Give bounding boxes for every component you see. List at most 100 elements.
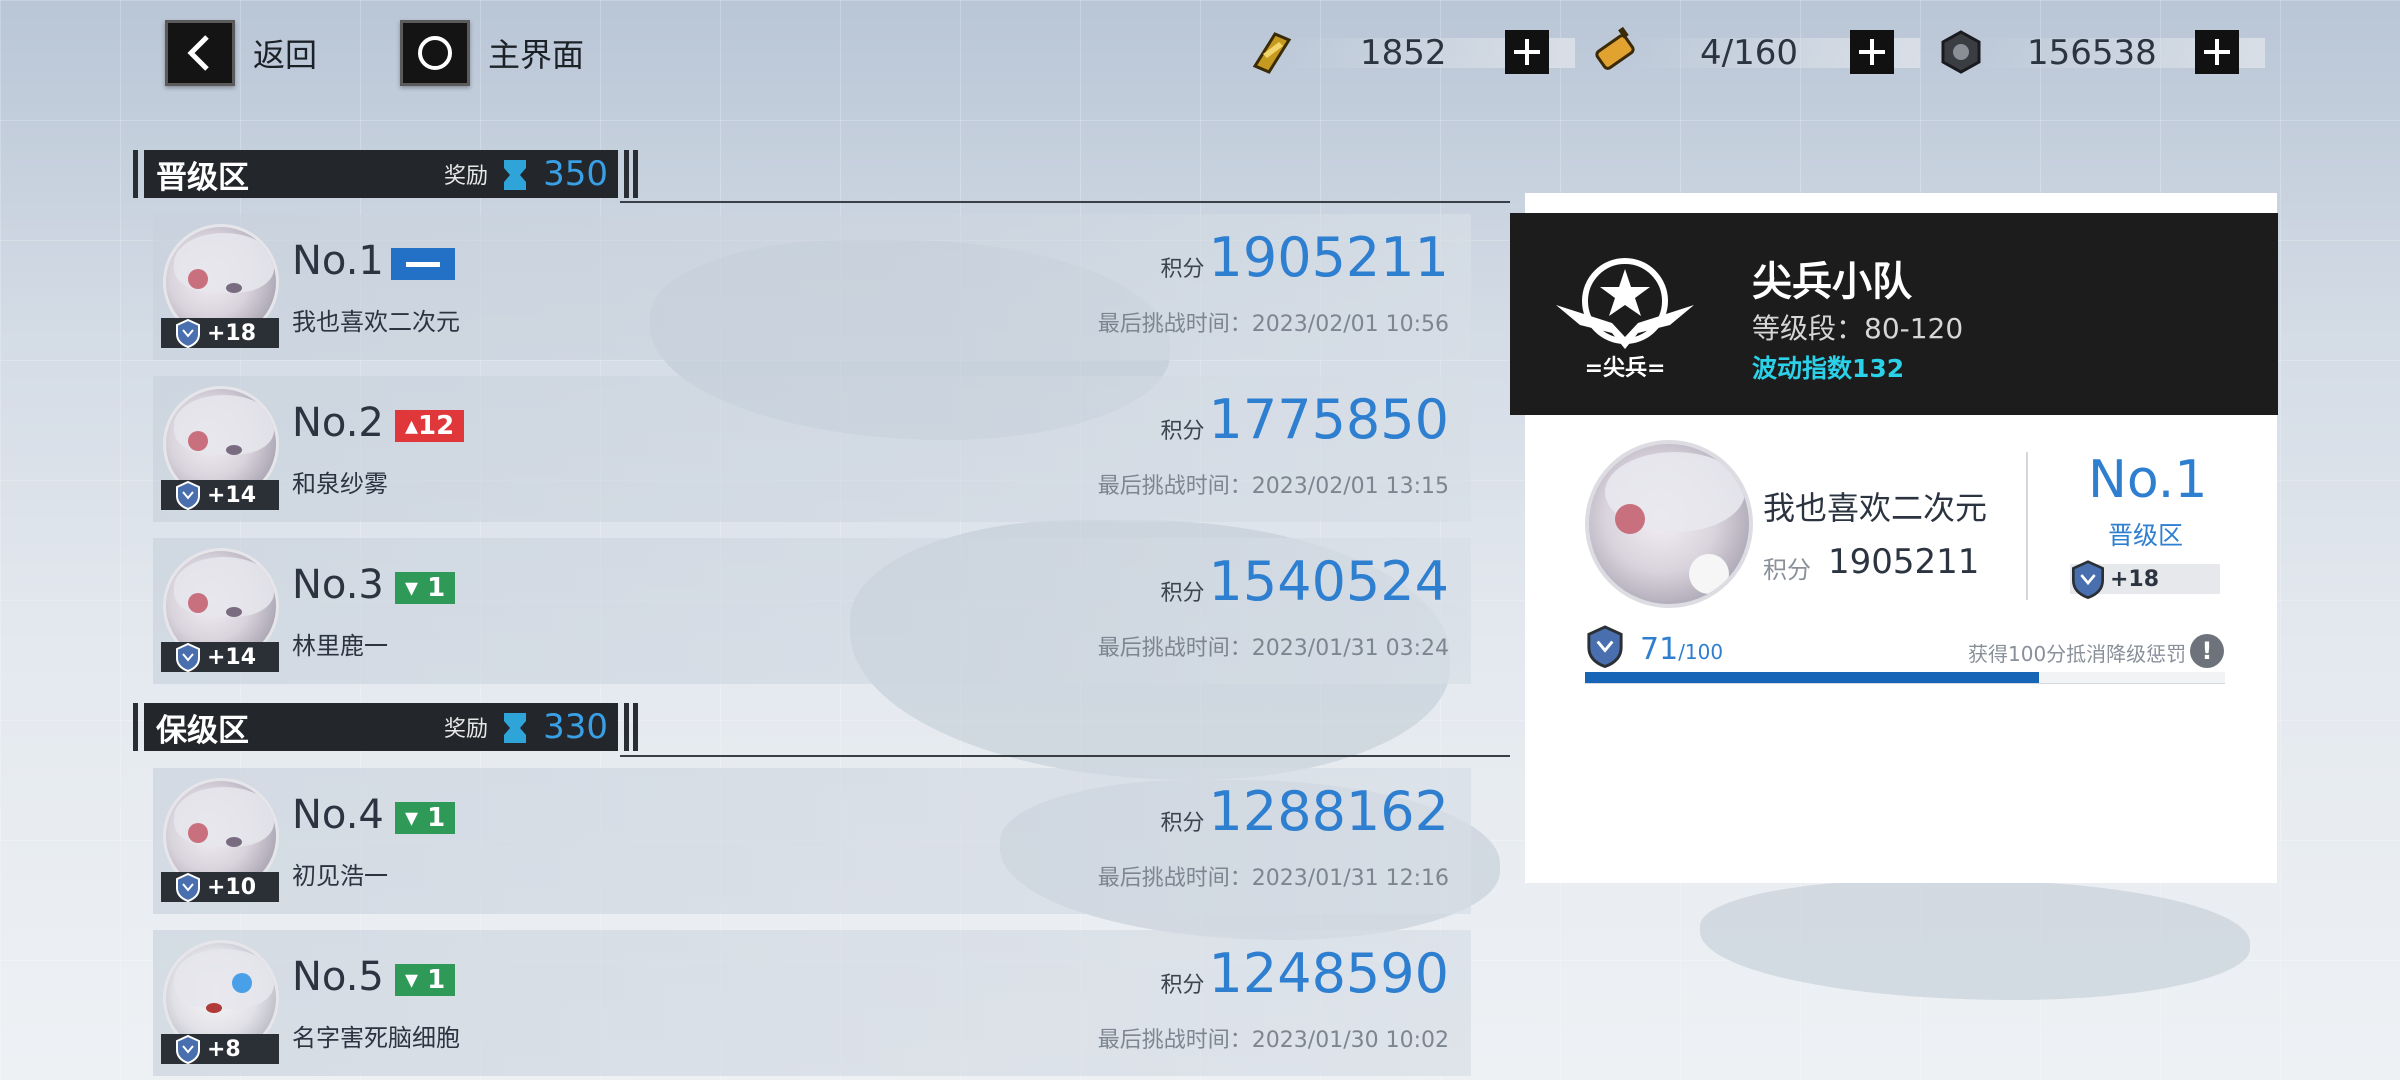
header-bar: [624, 703, 629, 751]
level-badge: +8: [161, 1034, 279, 1064]
section-title: 晋级区: [156, 159, 249, 196]
ranking-row[interactable]: +8 No.5 ▾ 1 名字害死脑细胞 积分 1248590 最后挑战时间：202…: [153, 930, 1471, 1076]
player-name: 和泉纱雾: [292, 470, 388, 498]
panel-divider: [2026, 452, 2028, 600]
resource-parts-value: 156538: [2027, 33, 2157, 73]
info-icon[interactable]: !: [2190, 634, 2224, 668]
score: 积分 1905211: [1160, 226, 1449, 289]
score-label: 积分: [1160, 581, 1205, 606]
score-label: 积分: [1160, 257, 1205, 282]
resource-battery: 4/160: [1590, 26, 1920, 78]
ranking-row[interactable]: +18 No.1 我也喜欢二次元 积分 1905211 最后挑战时间：2023/0…: [153, 214, 1471, 360]
score-value: 1288162: [1208, 780, 1450, 843]
rank-change-badge: ▾ 1: [395, 572, 456, 604]
shield-icon: [176, 480, 200, 510]
resource-battery-value: 4/160: [1700, 33, 1798, 73]
player-name: 名字害死脑细胞: [292, 1024, 460, 1052]
section-box: 晋级区 奖励 350: [144, 150, 618, 198]
score-value: 1775850: [1208, 388, 1450, 451]
player-name: 林里鹿一: [292, 632, 388, 660]
level-value: +14: [207, 644, 257, 670]
last-challenge-time: 最后挑战时间：2023/01/31 12:16: [1097, 866, 1449, 891]
score-label: 积分: [1160, 419, 1205, 444]
team-name: 尖兵小队: [1752, 259, 1912, 305]
score-value: 1540524: [1208, 550, 1450, 613]
my-level-badge: +18: [2070, 560, 2220, 599]
resource-gold-value: 1852: [1360, 33, 1447, 73]
rank-label: No.4: [292, 792, 384, 838]
my-level-value: +18: [2110, 566, 2160, 592]
shield-icon: [1587, 625, 1623, 668]
emblem-text: =尖兵=: [1585, 356, 1666, 381]
back-button[interactable]: 返回: [165, 20, 317, 86]
level-badge: +18: [161, 318, 279, 348]
gear-nut-icon: [1941, 30, 1981, 74]
rank-change-badge: ▾ 1: [395, 802, 456, 834]
resource-gold: 1852: [1245, 26, 1575, 78]
shield-icon: [176, 1034, 200, 1064]
score: 积分 1540524: [1160, 550, 1449, 613]
rank-label: No.5: [292, 954, 384, 1000]
level-value: +8: [207, 1036, 241, 1062]
ticket-icon: [504, 713, 526, 743]
back-arrow-icon: [165, 20, 235, 86]
last-challenge-time: 最后挑战时间：2023/02/01 10:56: [1097, 312, 1449, 337]
ticket-icon: [504, 160, 526, 190]
add-gold-button[interactable]: [1505, 30, 1549, 74]
section-title: 保级区: [156, 712, 249, 749]
level-value: +14: [207, 482, 257, 508]
ranking-row[interactable]: +14 No.2 ▴12 和泉纱雾 积分 1775850 最后挑战时间：2023/…: [153, 376, 1471, 522]
resource-parts: 156538: [1935, 26, 2265, 78]
my-player-name: 我也喜欢二次元: [1763, 489, 1988, 527]
score-value: 1905211: [1208, 226, 1450, 289]
my-score-value: 1905211: [1828, 542, 1980, 582]
last-challenge-time: 最后挑战时间：2023/01/31 03:24: [1097, 636, 1449, 661]
team-header: =尖兵= 尖兵小队 等级段：80-120 波动指数132: [1510, 213, 2278, 415]
section-divider: [620, 201, 1510, 203]
level-range: 等级段：80-120: [1752, 312, 1964, 345]
reward-value: 330: [543, 707, 608, 747]
player-name: 我也喜欢二次元: [292, 308, 460, 336]
rank-change-badge: [391, 248, 455, 280]
home-button[interactable]: 主界面: [400, 20, 584, 86]
score: 积分 1248590: [1160, 942, 1449, 1005]
level-value: +10: [207, 874, 257, 900]
rank-change-badge: ▾ 1: [395, 964, 456, 996]
ranking-row[interactable]: +10 No.4 ▾ 1 初见浩一 积分 1288162 最后挑战时间：2023/…: [153, 768, 1471, 914]
last-challenge-time: 最后挑战时间：2023/02/01 13:15: [1097, 474, 1449, 499]
team-emblem-icon: =尖兵=: [1556, 258, 1694, 381]
rank-label: No.2: [292, 400, 384, 446]
my-rank: No.1: [2088, 450, 2208, 510]
shield-icon: [176, 872, 200, 902]
level-badge: +10: [161, 872, 279, 902]
header-bar: [633, 150, 638, 198]
relegation-safe-zone-header: 保级区 奖励 330: [133, 703, 638, 751]
progress-value: 71/100: [1640, 632, 1723, 667]
add-battery-button[interactable]: [1850, 30, 1894, 74]
score-label: 积分: [1160, 811, 1205, 836]
my-score-label: 积分: [1763, 556, 1811, 584]
header-bar: [633, 703, 638, 751]
back-label: 返回: [253, 36, 318, 74]
wave-index: 波动指数132: [1752, 354, 1905, 383]
promotion-zone-header: 晋级区 奖励 350: [133, 150, 638, 198]
last-challenge-time: 最后挑战时间：2023/01/30 10:02: [1097, 1028, 1449, 1053]
rank-label: No.3: [292, 562, 384, 608]
rank-change-badge: ▴12: [395, 410, 465, 442]
add-parts-button[interactable]: [2195, 30, 2239, 74]
reward-label: 奖励: [443, 717, 488, 742]
section-box: 保级区 奖励 330: [144, 703, 618, 751]
score: 积分 1288162: [1160, 780, 1449, 843]
level-badge: +14: [161, 642, 279, 672]
ranking-row[interactable]: +14 No.3 ▾ 1 林里鹿一 积分 1540524 最后挑战时间：2023/…: [153, 538, 1471, 684]
header-bar: [624, 150, 629, 198]
score-label: 积分: [1160, 973, 1205, 998]
header-bar: [133, 150, 138, 198]
score-value: 1248590: [1208, 942, 1450, 1005]
progress-fill: [1585, 672, 2040, 683]
rank-label: No.1: [292, 238, 384, 284]
battery-icon: [1595, 26, 1635, 70]
my-avatar: [1585, 440, 1753, 608]
progress-max: /100: [1678, 640, 1724, 664]
shield-icon: [176, 642, 200, 672]
